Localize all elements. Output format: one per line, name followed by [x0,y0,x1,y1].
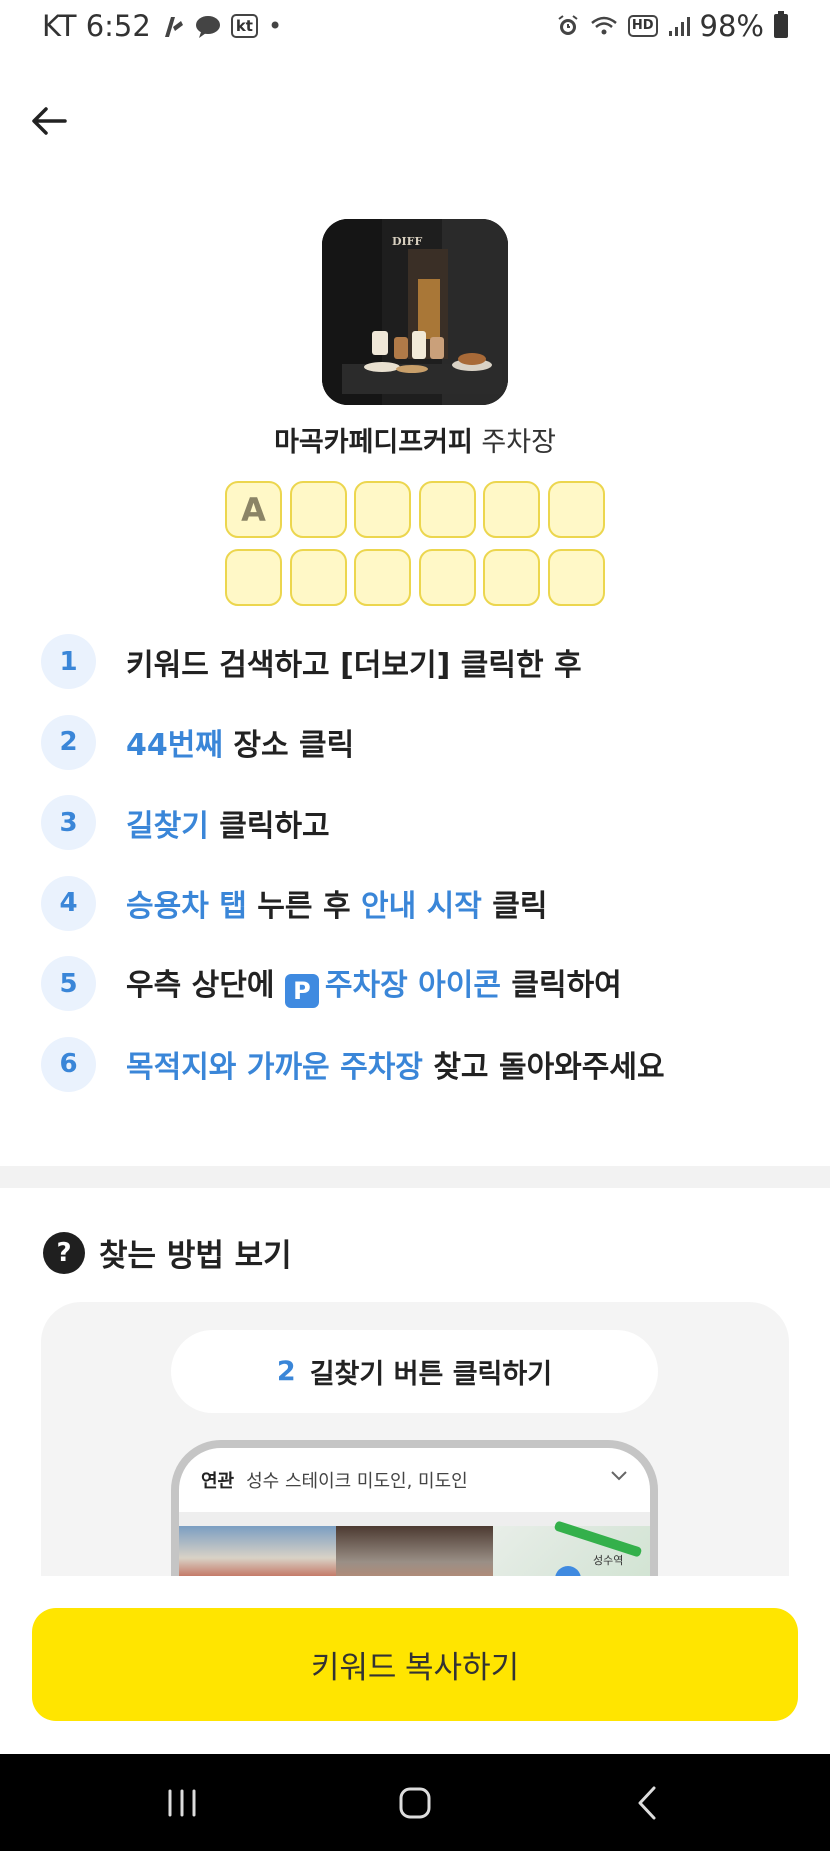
arrow-left-icon [32,107,67,135]
step-text-part: 클릭하여 [500,967,622,1003]
step-highlight: 길찾기 [126,808,209,844]
answer-grid: A [225,481,605,606]
home-button[interactable] [385,1780,445,1826]
answer-cell[interactable] [354,481,411,538]
place-suffix: 주차장 [481,427,556,458]
howto-header: ? 찾는 방법 보기 [43,1230,292,1275]
step-text: 승용차 탭 누른 후 안내 시작 클릭 [126,881,548,925]
answer-cell[interactable]: A [225,481,282,538]
phone-search-query: 성수 스테이크 미도인, 미도인 [246,1471,468,1492]
step-text-part: 키워드 검색하고 [더보기] 클릭한 후 [126,647,582,683]
back-button[interactable] [26,98,72,144]
answer-cell[interactable] [225,549,282,606]
signal-icon [668,15,690,37]
step-text: 길찾기 클릭하고 [126,801,330,845]
step-text-part: 클릭 [481,889,548,924]
map-pin-icon [555,1566,581,1576]
step-number: 4 [41,875,96,931]
place-thumbnail: DIFF [322,219,508,405]
alarm-icon [556,14,580,38]
guide-step-number: 2 [276,1356,296,1387]
answer-cell[interactable] [547,481,605,538]
recent-apps-icon [168,1789,196,1817]
home-icon [399,1787,431,1819]
battery-icon [774,11,788,38]
parking-icon: P [284,973,319,1008]
step-highlight: 44번째 [126,728,223,763]
wifi-icon [590,15,618,37]
answer-cell[interactable] [547,549,605,606]
dot-icon: • [267,12,283,40]
chevron-left-icon [638,1786,656,1820]
chevron-down-icon [611,1471,627,1481]
step-item: 1 키워드 검색하고 [더보기] 클릭한 후 [41,634,801,689]
answer-cell[interactable] [483,549,540,606]
kt-badge: kt [230,14,258,38]
answer-cell[interactable] [483,481,540,538]
step-number: 5 [41,956,96,1011]
phone-map-thumbnail: 성수역 [493,1520,650,1576]
step-highlight: 목적지와 가까운 주차장 [126,1050,423,1085]
step-item: 6 목적지와 가까운 주차장 찾고 돌아와주세요 [41,1036,801,1092]
answer-cell[interactable] [354,549,411,606]
system-nav-bar [0,1754,830,1851]
step-text-part: 클릭하고 [208,808,330,844]
status-right: HD 98% [556,9,788,43]
step-item: 3 길찾기 클릭하고 [41,795,801,850]
recent-apps-button[interactable] [152,1780,212,1826]
step-text-part: 우측 상단에 [126,967,285,1003]
step-text: 우측 상단에 P 주차장 아이콘 클릭하여 [126,960,622,1008]
step-text-part: 누른 후 [246,889,361,924]
carrier-time: KT 6:52 [42,9,151,43]
answer-cell[interactable] [418,549,476,606]
phone-photo-row: 성수역 [179,1520,650,1576]
battery-percent: 98% [699,9,764,43]
answer-cell[interactable] [289,481,347,538]
phone-divider [179,1512,650,1526]
step-highlight: 승용차 탭 [126,889,247,924]
place-title: 마곡카페디프커피 주차장 [0,420,830,459]
map-label: 성수역 [593,1554,624,1567]
phone-search-bar: 연관 성수 스테이크 미도인, 미도인 [179,1448,650,1512]
step-item: 4 승용차 탭 누른 후 안내 시작 클릭 [41,875,801,931]
notification-app-icon [161,13,185,39]
phone-preview: 연관 성수 스테이크 미도인, 미도인 성수역 [171,1440,658,1576]
phone-search-tag: 연관 [201,1471,235,1492]
guide-step-pill: 2 길찾기 버튼 클릭하기 [171,1330,658,1413]
answer-cell[interactable] [289,549,347,606]
step-number: 3 [41,795,96,850]
howto-title: 찾는 방법 보기 [99,1238,292,1274]
thumbnail-sign: DIFF [392,235,422,248]
question-icon: ? [43,1231,85,1274]
step-text: 키워드 검색하고 [더보기] 클릭한 후 [126,640,582,684]
status-left: KT 6:52 kt • [42,9,282,43]
guide-step-text: 길찾기 버튼 클릭하기 [309,1359,553,1390]
step-highlight: 안내 시작 [361,889,482,924]
answer-cell[interactable] [418,481,476,538]
step-highlight: 주차장 아이콘 [324,967,501,1003]
step-number: 2 [41,714,96,770]
step-text-part: 찾고 돌아와주세요 [422,1050,665,1085]
step-number: 1 [41,634,96,689]
instruction-steps: 1 키워드 검색하고 [더보기] 클릭한 후 2 44번째 장소 클릭 3 길찾… [41,634,801,1117]
place-name: 마곡카페디프커피 [274,427,473,458]
status-bar: KT 6:52 kt • HD 98% [0,0,830,52]
phone-photo [179,1526,336,1576]
chat-bubble-icon [195,14,221,38]
step-number: 6 [41,1036,96,1092]
section-divider [0,1166,830,1188]
step-text: 44번째 장소 클릭 [126,720,354,764]
phone-photo [336,1526,493,1576]
step-text: 목적지와 가까운 주차장 찾고 돌아와주세요 [126,1042,665,1086]
step-item: 5 우측 상단에 P 주차장 아이콘 클릭하여 [41,956,801,1011]
step-text-part: 장소 클릭 [222,728,355,763]
step-item: 2 44번째 장소 클릭 [41,714,801,770]
copy-keyword-button[interactable]: 키워드 복사하기 [32,1608,798,1721]
system-back-button[interactable] [617,1780,677,1826]
howto-card: 2 길찾기 버튼 클릭하기 연관 성수 스테이크 미도인, 미도인 성수역 [41,1302,789,1576]
hd-badge: HD [627,15,658,37]
